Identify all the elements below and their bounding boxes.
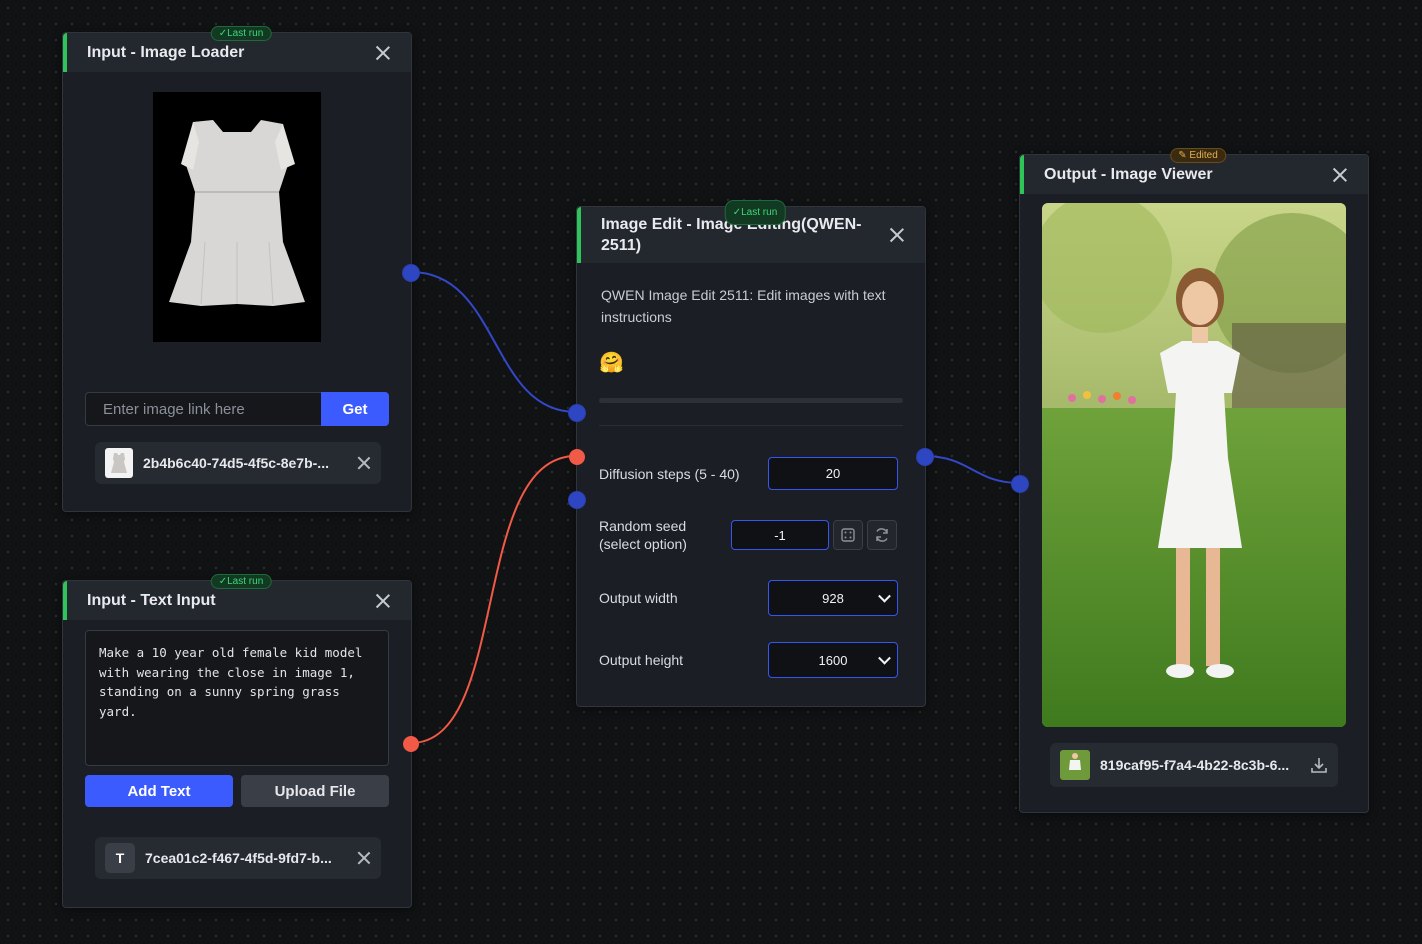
output-height-label: Output height [599,652,684,668]
output-width-select[interactable]: 928 [768,580,898,616]
prompt-textarea[interactable]: Make a 10 year old female kid model with… [85,630,389,766]
node-header[interactable]: Input - Text Input ✓Last run [63,574,411,620]
text-file-chip[interactable]: T 7cea01c2-f467-4f5d-9fd7-b... [95,837,381,879]
output-file-chip[interactable]: 819caf95-f7a4-4b22-8c3b-6... [1050,743,1338,787]
last-run-badge: ✓Last run [724,200,786,225]
divider [599,425,903,426]
dice-icon[interactable] [833,520,863,550]
image-edit-node[interactable]: Image Edit - Image Editing(QWEN-2511) ✓L… [569,200,933,707]
dress-image [169,120,305,306]
chevron-down-icon [878,589,891,603]
diffusion-steps-input[interactable]: 20 [768,457,898,490]
node-header[interactable]: Output - Image Viewer ✎ Edited [1020,148,1368,194]
image-viewer-input-port[interactable] [1012,476,1028,492]
diffusion-steps-label: Diffusion steps (5 - 40) [599,466,740,482]
text-input-port[interactable] [569,449,585,465]
add-text-button[interactable]: Add Text [85,775,233,807]
file-name: 7cea01c2-f467-4f5d-9fd7-b... [145,850,332,866]
generated-photo [1042,203,1346,727]
image-link-input[interactable]: Enter image link here [85,392,321,426]
output-height-select[interactable]: 1600 [768,642,898,678]
wire-text-to-edit [410,455,577,744]
image-loader-node[interactable]: Input - Image Loader ✓Last run Enter ima… [62,26,419,512]
output-image [1042,203,1346,727]
close-icon[interactable] [375,593,391,609]
upload-file-button[interactable]: Upload File [241,775,389,807]
node-description: QWEN Image Edit 2511: Edit images with t… [601,287,886,325]
remove-file-icon[interactable] [357,456,371,470]
node-title: Input - Image Loader [87,43,245,61]
chevron-down-icon [878,651,891,665]
download-icon[interactable] [1310,756,1328,774]
output-height-value: 1600 [818,652,848,668]
file-thumbnail [105,448,133,478]
wire-image-to-edit [410,271,577,413]
edited-badge: ✎ Edited [1170,148,1226,163]
node-header[interactable]: Input - Image Loader ✓Last run [63,26,411,72]
last-run-badge: ✓Last run [210,26,272,41]
file-name: 819caf95-f7a4-4b22-8c3b-6... [1100,757,1290,773]
close-icon[interactable] [1332,167,1348,183]
node-title: Input - Text Input [87,591,216,609]
image-input-port[interactable] [569,405,585,421]
output-width-label: Output width [599,590,678,606]
close-icon[interactable] [375,45,391,61]
image-output-port[interactable] [403,265,419,281]
node-header[interactable]: Image Edit - Image Editing(QWEN-2511) ✓L… [577,200,925,263]
image-link-placeholder: Enter image link here [103,400,245,418]
random-seed-input[interactable]: -1 [731,520,829,550]
hugging-face-emoji: 🤗 [599,352,624,374]
node-title: Output - Image Viewer [1044,165,1213,183]
text-file-icon: T [105,843,135,873]
input-image-preview [153,92,321,342]
wire-edit-to-viewer [923,455,1020,484]
loaded-file-chip[interactable]: 2b4b6c40-74d5-4f5c-8e7b-... [95,442,381,484]
get-button[interactable]: Get [321,392,389,426]
text-input-node[interactable]: Input - Text Input ✓Last run Make a 10 y… [62,574,419,908]
text-output-port[interactable] [403,736,419,752]
image-edit-output-port[interactable] [917,449,933,465]
file-name: 2b4b6c40-74d5-4f5c-8e7b-... [143,455,329,471]
refresh-icon[interactable] [867,520,897,550]
image-viewer-node[interactable]: Output - Image Viewer ✎ Edited 819caf95-… [1012,148,1369,813]
last-run-badge: ✓Last run [210,574,272,589]
progress-bar [599,398,903,403]
output-width-value: 928 [822,590,844,606]
remove-file-icon[interactable] [357,851,371,865]
close-icon[interactable] [889,227,905,243]
image-input-port-2[interactable] [569,492,585,508]
output-file-thumbnail [1060,750,1090,780]
random-seed-label: Random seed (select option) [599,518,687,552]
